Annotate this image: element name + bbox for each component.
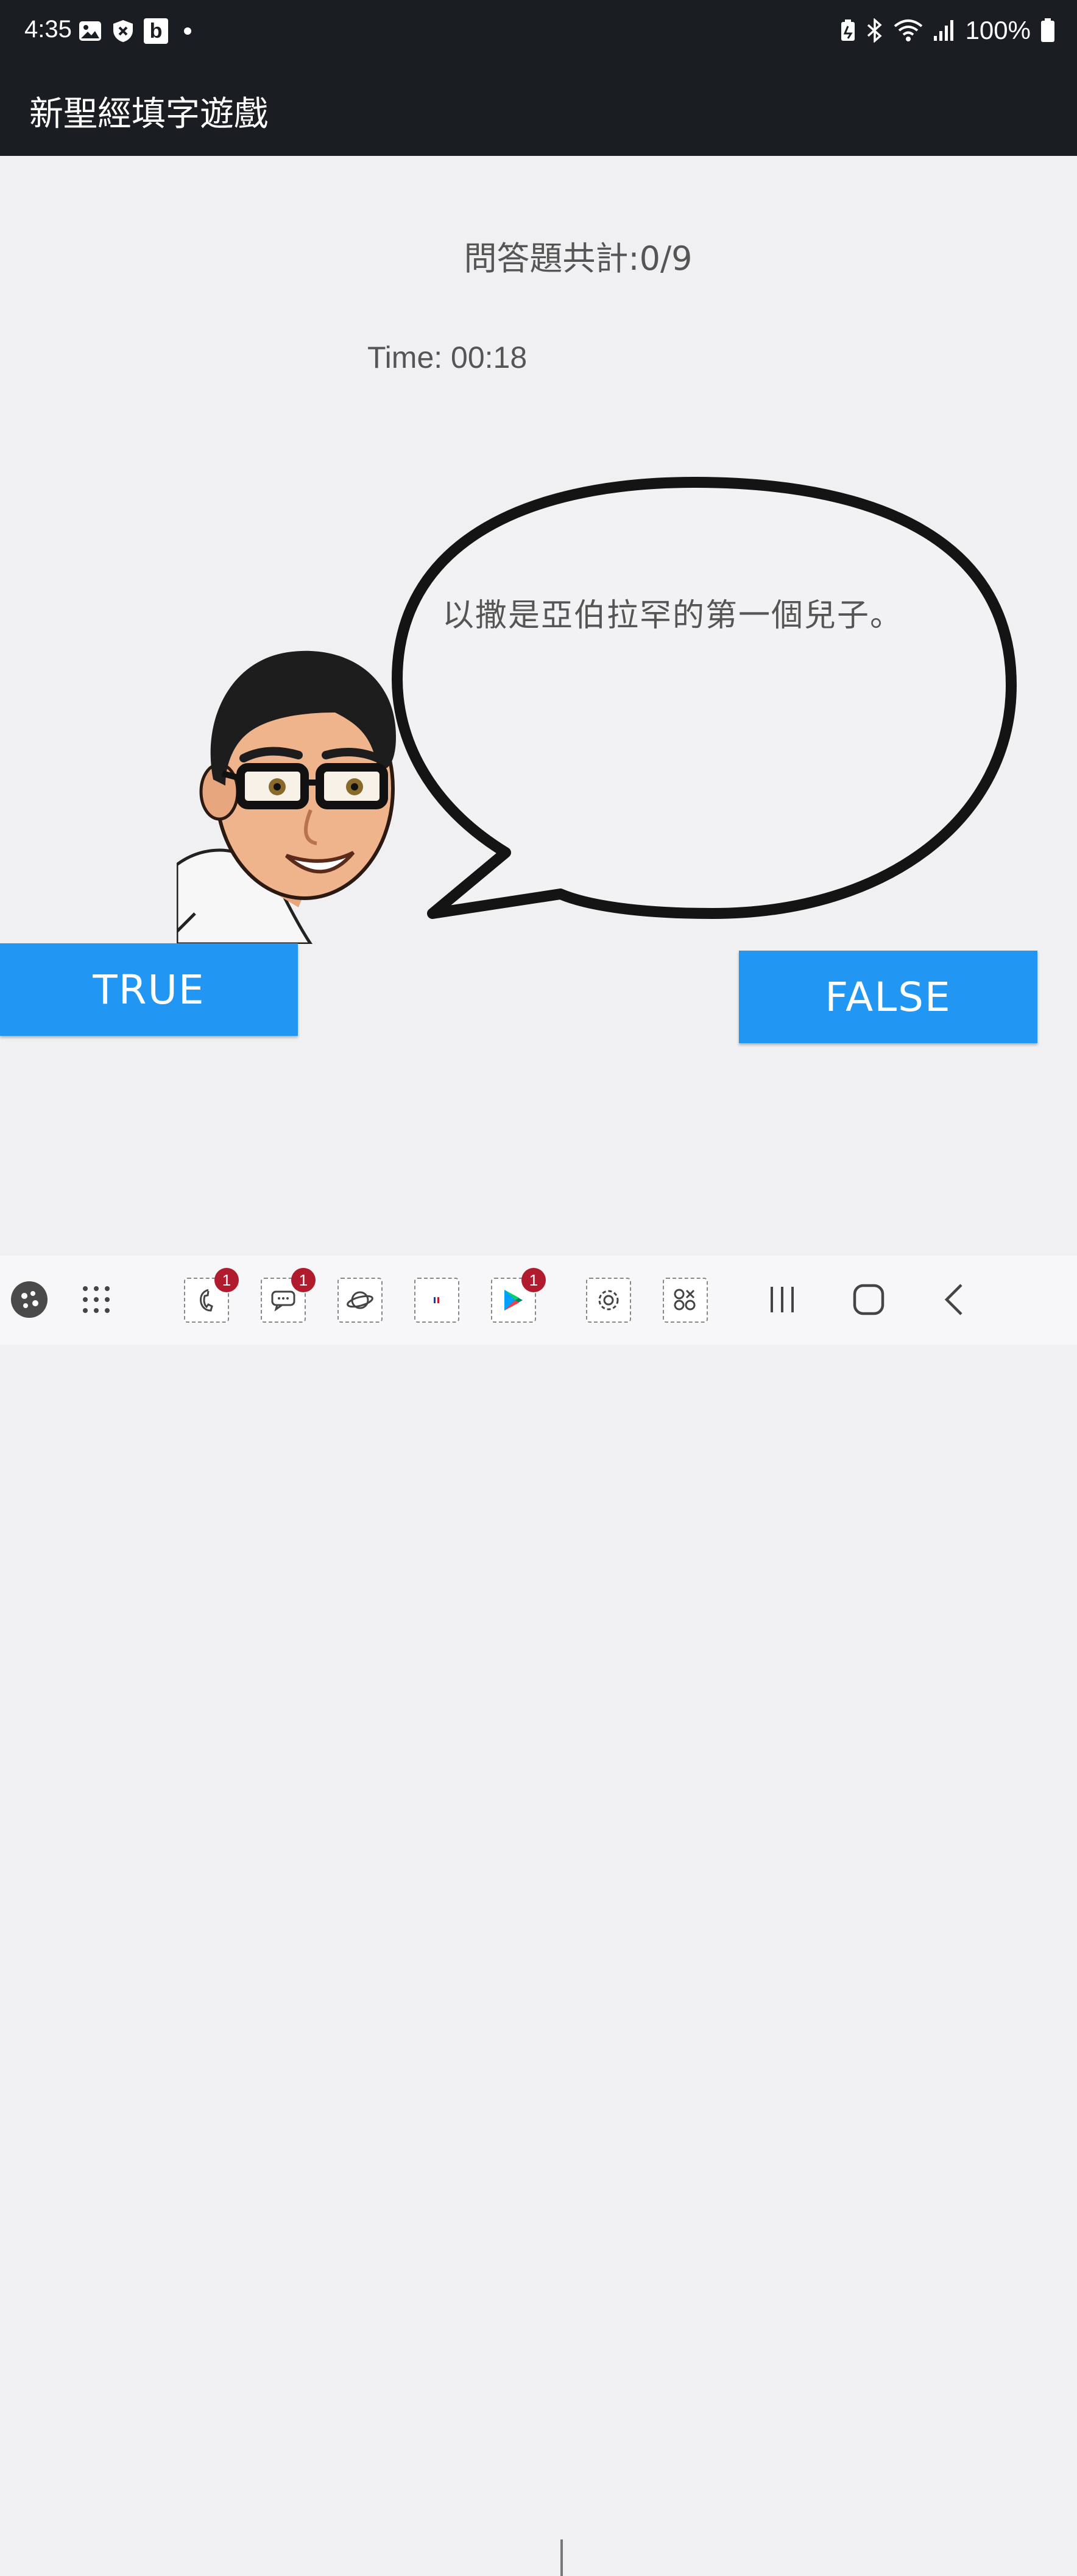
app-icon — [434, 1297, 439, 1303]
home-icon[interactable] — [847, 1278, 891, 1321]
status-time: 4:35 — [24, 16, 72, 43]
battery-percentage: 100% — [965, 16, 1031, 44]
play-store-badge: 1 — [521, 1268, 546, 1292]
question-text: 以撒是亞伯拉罕的第一個兒子。 — [442, 597, 903, 634]
speech-bubble — [392, 477, 1017, 919]
timer: Time: 00:18 — [367, 340, 528, 375]
generic-app[interactable] — [414, 1278, 459, 1323]
messages-icon — [271, 1290, 295, 1311]
internet-app[interactable] — [337, 1278, 383, 1323]
app-bar: 新聖經填字遊戲 — [0, 66, 1077, 156]
avatar — [177, 650, 396, 944]
play-store-app[interactable]: 1 — [491, 1268, 546, 1323]
false-button[interactable]: FALSE — [739, 951, 1037, 1043]
status-right-icons: 100% — [840, 16, 1055, 45]
game-launcher-icon[interactable] — [7, 1278, 51, 1321]
messages-app[interactable]: 1 — [261, 1268, 316, 1323]
settings-app[interactable] — [586, 1278, 631, 1323]
battery-saver-icon — [841, 19, 855, 41]
settings-icon — [598, 1290, 619, 1311]
app-title: 新聖經填字遊戲 — [29, 94, 268, 134]
internet-icon — [347, 1291, 373, 1309]
gallery-icon — [78, 19, 102, 43]
true-button[interactable]: TRUE — [0, 943, 298, 1036]
wifi-icon — [894, 19, 922, 41]
signal-icon — [933, 20, 953, 41]
shield-icon — [111, 19, 135, 43]
notification-dot — [184, 27, 191, 35]
recents-icon[interactable] — [760, 1278, 804, 1321]
taskbar: 1 1 1 — [0, 1256, 1077, 2576]
status-left-icons: b — [78, 18, 191, 44]
play-store-icon — [504, 1290, 523, 1311]
phone-icon — [200, 1289, 213, 1312]
score-counter: 問答題共計:0/9 — [0, 231, 1077, 280]
messages-badge: 1 — [291, 1268, 316, 1292]
phone-badge: 1 — [214, 1268, 239, 1292]
apps-app[interactable] — [663, 1278, 708, 1323]
score-text: 問答題共計:0/9 — [464, 239, 693, 278]
app-drawer-icon[interactable] — [74, 1278, 118, 1321]
b-app-icon: b — [144, 18, 168, 44]
taskbar-divider — [560, 2539, 563, 2576]
back-icon[interactable] — [932, 1278, 976, 1321]
status-bar: 4:35 b 100% — [0, 0, 1077, 66]
bluetooth-icon — [867, 18, 882, 43]
battery-icon — [1041, 18, 1054, 42]
phone-app[interactable]: 1 — [184, 1268, 239, 1323]
apps-icon — [674, 1289, 696, 1311]
